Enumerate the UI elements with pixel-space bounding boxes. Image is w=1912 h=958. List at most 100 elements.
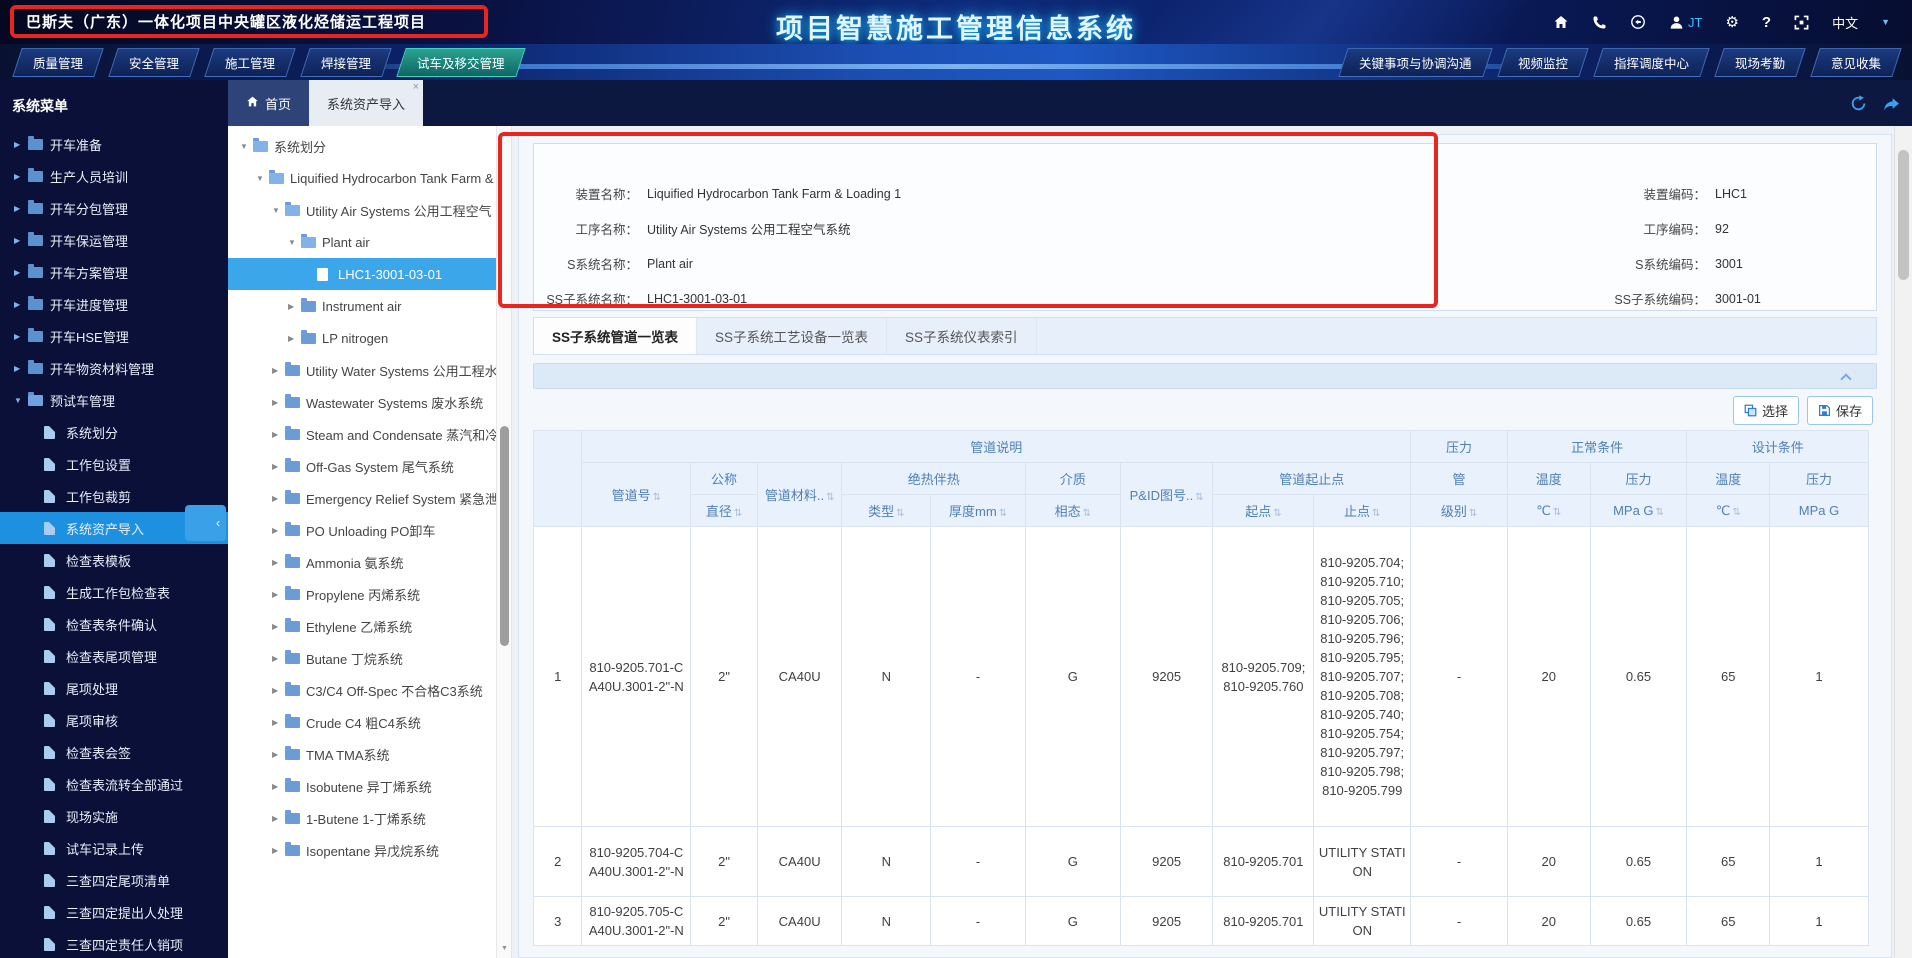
expand-arrow-icon[interactable]: ▼ <box>288 238 301 247</box>
sidebar-item[interactable]: ▶ 开车物资材料管理 <box>0 352 228 384</box>
sort-icon[interactable]: ⇅ <box>1372 508 1380 519</box>
sidebar-collapse-handle[interactable]: ‹ <box>185 505 226 541</box>
tree-node[interactable]: ▶ Isopentane 异戊烷系统 <box>228 834 511 866</box>
column-header-celsius-design[interactable]: ℃ ⇅ <box>1686 494 1771 527</box>
tab-equipment-list[interactable]: SS子系统工艺设备一览表 <box>697 318 888 354</box>
sidebar-item[interactable]: 系统划分 <box>0 416 228 448</box>
expand-arrow-icon[interactable]: ▶ <box>14 140 28 149</box>
sidebar-item[interactable]: ▶ 开车保运管理 <box>0 224 228 256</box>
tree-node[interactable]: ▶ LP nitrogen <box>228 322 511 354</box>
sidebar-item[interactable]: ▶ 开车分包管理 <box>0 192 228 224</box>
tree-node[interactable]: ▶ Wastewater Systems 废水系统 <box>228 386 511 418</box>
tab-instrument-index[interactable]: SS子系统仪表索引 <box>887 318 1037 354</box>
chevron-down-icon[interactable]: ▼ <box>1881 17 1890 27</box>
column-header-phase[interactable]: 相态 ⇅ <box>1024 494 1121 527</box>
expand-arrow-icon[interactable]: ▶ <box>272 686 285 695</box>
expand-arrow-icon[interactable]: ▼ <box>14 396 28 405</box>
sidebar-item[interactable]: ▶ 开车方案管理 <box>0 256 228 288</box>
tree-node[interactable]: ▶ Propylene 丙烯系统 <box>228 578 511 610</box>
tree-node[interactable]: ▶ Ammonia 氨系统 <box>228 546 511 578</box>
table-row[interactable]: 3 810-9205.705-CA40U.3001-2"-N 2" CA40U N - G 9… <box>532 896 1869 946</box>
expand-arrow-icon[interactable]: ▶ <box>272 526 285 535</box>
sort-icon[interactable]: ⇅ <box>1195 492 1203 503</box>
select-button[interactable]: 选择 <box>1732 395 1799 425</box>
sidebar-item[interactable]: 生成工作包检查表 <box>0 576 228 608</box>
tree-node[interactable]: ▼ 系统划分 <box>228 130 511 162</box>
expand-arrow-icon[interactable]: ▼ <box>256 174 269 183</box>
expand-arrow-icon[interactable]: ▶ <box>272 494 285 503</box>
tree-node[interactable]: ▶ Crude C4 粗C4系统 <box>228 706 511 738</box>
expand-arrow-icon[interactable]: ▶ <box>272 462 285 471</box>
tree-node[interactable]: ▶ PO Unloading PO卸车 <box>228 514 511 546</box>
tree-node[interactable]: ▶ Off-Gas System 尾气系统 <box>228 450 511 482</box>
sort-icon[interactable]: ⇅ <box>896 508 904 519</box>
sidebar-item[interactable]: ▶ 开车准备 <box>0 128 228 160</box>
tab-system-asset-import[interactable]: 系统资产导入 × <box>309 80 424 126</box>
sidebar-item[interactable]: ▼ 预试车管理 <box>0 384 228 416</box>
column-header-pipe-no[interactable]: 管道号 ⇅ <box>581 462 692 527</box>
column-header-start[interactable]: 起点 ⇅ <box>1212 494 1315 527</box>
sort-icon[interactable]: ⇅ <box>999 508 1007 519</box>
sort-icon[interactable]: ⇅ <box>734 508 742 519</box>
expand-arrow-icon[interactable]: ▼ <box>272 206 285 215</box>
expand-arrow-icon[interactable]: ▶ <box>14 204 28 213</box>
sidebar-item[interactable]: 三查四定尾项清单 <box>0 864 228 896</box>
expand-arrow-icon[interactable]: ▶ <box>272 718 285 727</box>
module-tab[interactable]: 安全管理 <box>108 48 200 77</box>
tree-node[interactable]: ▶ TMA TMA系统 <box>228 738 511 770</box>
expand-arrow-icon[interactable]: ▶ <box>14 268 28 277</box>
module-tab[interactable]: 施工管理 <box>204 48 296 77</box>
sidebar-item[interactable]: 检查表条件确认 <box>0 608 228 640</box>
sidebar-item[interactable]: 检查表会签 <box>0 736 228 768</box>
expand-arrow-icon[interactable]: ▶ <box>272 622 285 631</box>
module-tab[interactable]: 指挥调度中心 <box>1593 48 1710 77</box>
module-tab[interactable]: 试车及移交管理 <box>396 48 526 77</box>
close-icon[interactable]: × <box>413 82 419 93</box>
sidebar-item[interactable]: 检查表尾项管理 <box>0 640 228 672</box>
tree-node[interactable]: ▼ Plant air <box>228 226 511 258</box>
expand-arrow-icon[interactable]: ▶ <box>272 430 285 439</box>
share-arrow-icon[interactable] <box>1883 95 1900 112</box>
scroll-down-arrow-icon[interactable]: ▼ <box>497 942 511 956</box>
column-header-celsius-normal[interactable]: ℃ ⇅ <box>1506 494 1591 527</box>
sidebar-item[interactable]: 检查表流转全部通过 <box>0 768 228 800</box>
sort-icon[interactable]: ⇅ <box>1273 508 1281 519</box>
module-tab[interactable]: 视频监控 <box>1497 48 1589 77</box>
column-header-thickness[interactable]: 厚度mm ⇅ <box>930 494 1026 527</box>
sort-icon[interactable]: ⇅ <box>653 492 661 503</box>
expand-arrow-icon[interactable]: ▶ <box>272 398 285 407</box>
fullscreen-icon[interactable] <box>1794 15 1809 30</box>
expand-arrow-icon[interactable]: ▶ <box>272 750 285 759</box>
sort-icon[interactable]: ⇅ <box>1083 508 1091 519</box>
expand-arrow-icon[interactable]: ▶ <box>14 300 28 309</box>
module-tab[interactable]: 意见收集 <box>1810 48 1902 77</box>
expand-arrow-icon[interactable]: ▶ <box>272 590 285 599</box>
sort-icon[interactable]: ⇅ <box>1732 507 1740 518</box>
sidebar-item[interactable]: 现场实施 <box>0 800 228 832</box>
expand-arrow-icon[interactable]: ▶ <box>14 236 28 245</box>
column-header-material[interactable]: 管道材料.. ⇅ <box>756 462 843 527</box>
tree-node[interactable]: ▶ 1-Butene 1-丁烯系统 <box>228 802 511 834</box>
module-tab[interactable]: 质量管理 <box>12 48 104 77</box>
filter-collapse-bar[interactable] <box>533 363 1877 389</box>
sidebar-item[interactable]: 三查四定责任人销项 <box>0 928 228 958</box>
tree-node[interactable]: ▶ Utility Water Systems 公用工程水 <box>228 354 511 386</box>
language-selector[interactable]: 中文 <box>1832 13 1858 32</box>
expand-arrow-icon[interactable]: ▶ <box>14 332 28 341</box>
expand-arrow-icon[interactable]: ▶ <box>14 364 28 373</box>
refresh-icon[interactable] <box>1850 94 1867 112</box>
module-tab[interactable]: 焊接管理 <box>300 48 392 77</box>
tree-node[interactable]: ▶ Butane 丁烷系统 <box>228 642 511 674</box>
column-header-mpa-design[interactable]: MPa G <box>1769 494 1869 527</box>
expand-arrow-icon[interactable]: ▶ <box>272 366 285 375</box>
sidebar-item[interactable]: 尾项处理 <box>0 672 228 704</box>
tree-node[interactable]: LHC1-3001-03-01 <box>228 258 511 290</box>
expand-arrow-icon[interactable]: ▼ <box>240 142 253 151</box>
tree-node[interactable]: ▶ Emergency Relief System 紧急泄放 <box>228 482 511 514</box>
expand-arrow-icon[interactable]: ▶ <box>272 846 285 855</box>
save-button[interactable]: 保存 <box>1806 395 1873 425</box>
user-icon[interactable]: JT <box>1669 15 1702 30</box>
expand-arrow-icon[interactable]: ▶ <box>272 558 285 567</box>
tab-home[interactable]: 首页 <box>228 80 310 126</box>
sidebar-item[interactable]: 尾项审核 <box>0 704 228 736</box>
